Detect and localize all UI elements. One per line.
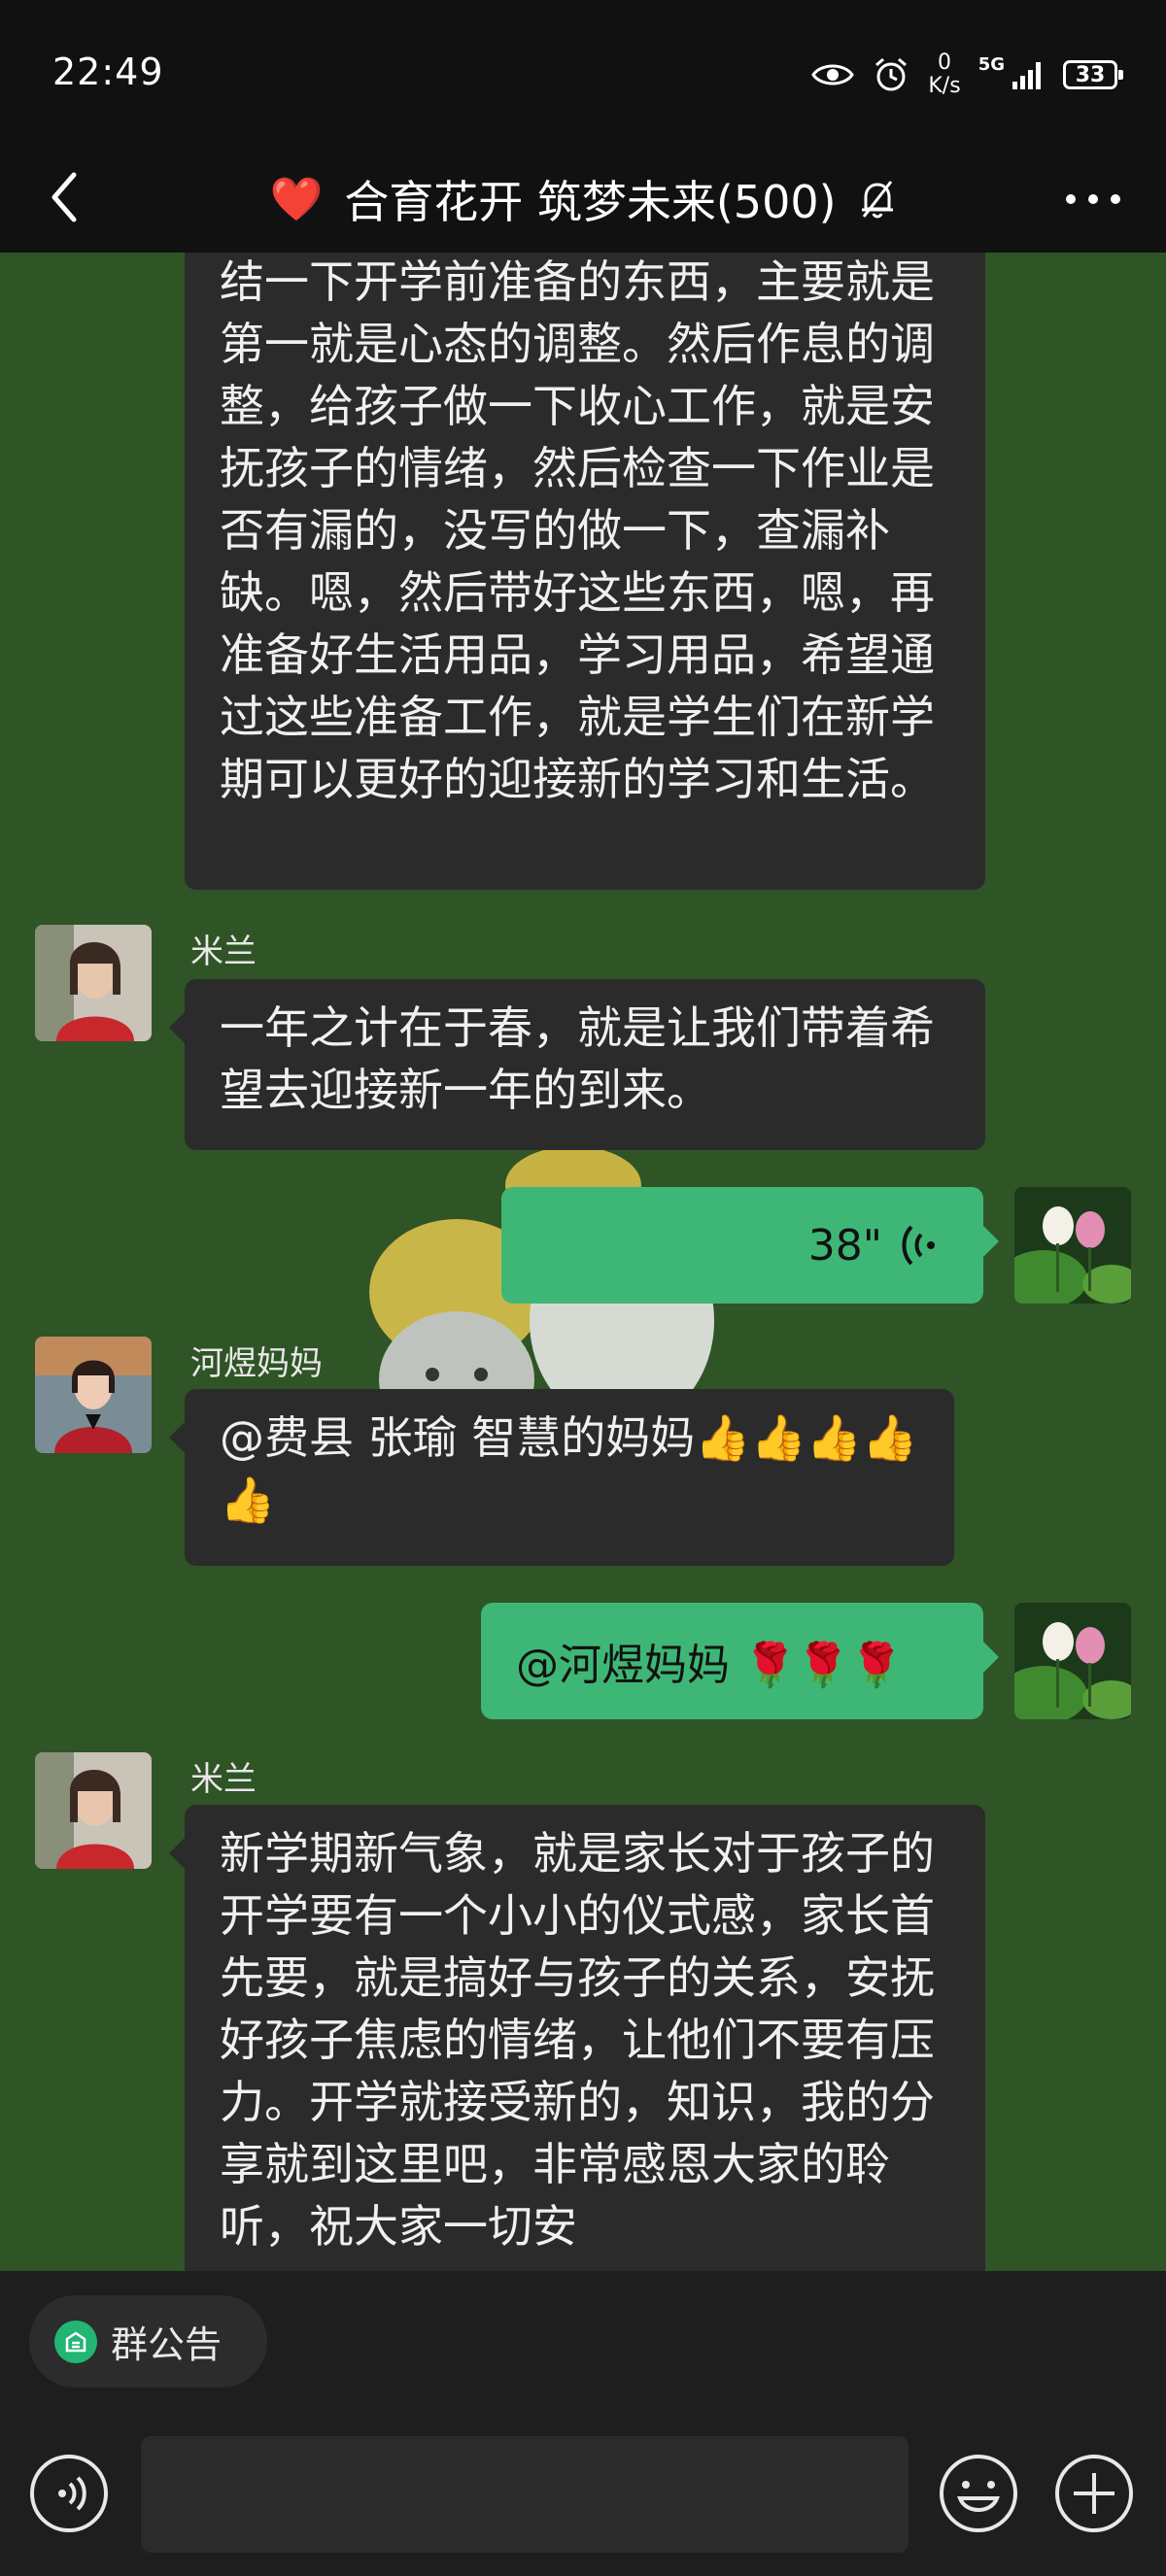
heart-emoji: ❤️ bbox=[269, 175, 324, 224]
group-announcement-button[interactable]: 群公告 bbox=[29, 2295, 267, 2388]
avatar[interactable] bbox=[35, 1337, 152, 1453]
voice-wave-icon bbox=[902, 1225, 935, 1266]
battery-icon: 33 bbox=[1063, 60, 1123, 89]
eye-icon bbox=[811, 64, 855, 85]
net-speed: 0 K/s bbox=[928, 51, 960, 98]
sender-name: 米兰 bbox=[190, 1760, 257, 1799]
add-more-icon[interactable] bbox=[1052, 2452, 1136, 2535]
status-time: 22:49 bbox=[52, 51, 164, 93]
message-text: @费县 张瑜 智慧的妈妈👍👍👍👍👍 bbox=[220, 1411, 918, 1526]
message-text: 结一下开学前准备的东西，主要就是第一就是心态的调整。然后作息的调整，给孩子做一下… bbox=[220, 255, 935, 805]
chat-title-group: ❤️ 合育花开 筑梦未来(500) bbox=[0, 155, 1166, 243]
my-avatar[interactable] bbox=[1014, 1603, 1131, 1719]
net-speed-unit: K/s bbox=[928, 74, 961, 98]
network-type-label: 5G bbox=[977, 54, 1005, 75]
avatar-photo bbox=[35, 1337, 152, 1453]
chat-message-area[interactable]: 结一下开学前准备的东西，主要就是第一就是心态的调整。然后作息的调整，给孩子做一下… bbox=[0, 253, 1166, 2271]
voice-message-bubble[interactable]: 38" bbox=[501, 1187, 999, 1304]
message-bubble[interactable]: 新学期新气象，就是家长对于孩子的开学要有一个小小的仪式感，家长首先要，就是搞好与… bbox=[169, 1805, 985, 2271]
message-input[interactable] bbox=[141, 2436, 909, 2553]
message-bubble[interactable]: 结一下开学前准备的东西，主要就是第一就是心态的调整。然后作息的调整，给孩子做一下… bbox=[185, 253, 985, 890]
more-options-icon[interactable] bbox=[1059, 165, 1127, 233]
message-text: 一年之计在于春，就是让我们带着希望去迎接新一年的到来。 bbox=[220, 1001, 935, 1116]
net-speed-value: 0 bbox=[938, 51, 952, 75]
lotus-avatar-photo bbox=[1014, 1187, 1131, 1304]
mute-bell-icon bbox=[861, 181, 893, 219]
voice-input-icon[interactable] bbox=[27, 2452, 111, 2535]
signal-icon bbox=[1012, 62, 1041, 89]
message-text: @河煜妈妈 🌹🌹🌹 bbox=[516, 1641, 904, 1690]
status-icons: 0 K/s 5G 33 bbox=[811, 51, 1123, 99]
avatar-photo bbox=[35, 1752, 152, 1869]
sender-name: 米兰 bbox=[190, 932, 257, 971]
emoji-icon[interactable] bbox=[937, 2452, 1020, 2535]
avatar[interactable] bbox=[35, 925, 152, 1041]
chat-header: ❤️ 合育花开 筑梦未来(500) bbox=[0, 146, 1166, 253]
sender-name: 河煜妈妈 bbox=[190, 1344, 323, 1383]
avatar[interactable] bbox=[35, 1752, 152, 1869]
alarm-icon bbox=[875, 57, 908, 91]
avatar-photo bbox=[35, 925, 152, 1041]
my-avatar[interactable] bbox=[1014, 1187, 1131, 1304]
message-bubble[interactable]: 一年之计在于春，就是让我们带着希望去迎接新一年的到来。 bbox=[169, 979, 985, 1150]
message-bubble[interactable]: @河煜妈妈 🌹🌹🌹 bbox=[481, 1603, 999, 1719]
message-text: 新学期新气象，就是家长对于孩子的开学要有一个小小的仪式感，家长首先要，就是搞好与… bbox=[220, 1827, 935, 2253]
voice-duration: 38" bbox=[807, 1220, 882, 1271]
status-bar: 22:49 0 K/s 5G 33 bbox=[0, 0, 1166, 146]
message-bubble[interactable]: @费县 张瑜 智慧的妈妈👍👍👍👍👍 bbox=[169, 1389, 954, 1566]
chat-title: 合育花开 筑梦未来(500) bbox=[344, 176, 837, 228]
battery-level: 33 bbox=[1075, 62, 1106, 87]
announcement-icon bbox=[54, 2320, 97, 2363]
announcement-label: 群公告 bbox=[111, 2323, 223, 2366]
lotus-avatar-photo bbox=[1014, 1603, 1131, 1719]
bottom-input-bar: 群公告 bbox=[0, 2271, 1166, 2576]
